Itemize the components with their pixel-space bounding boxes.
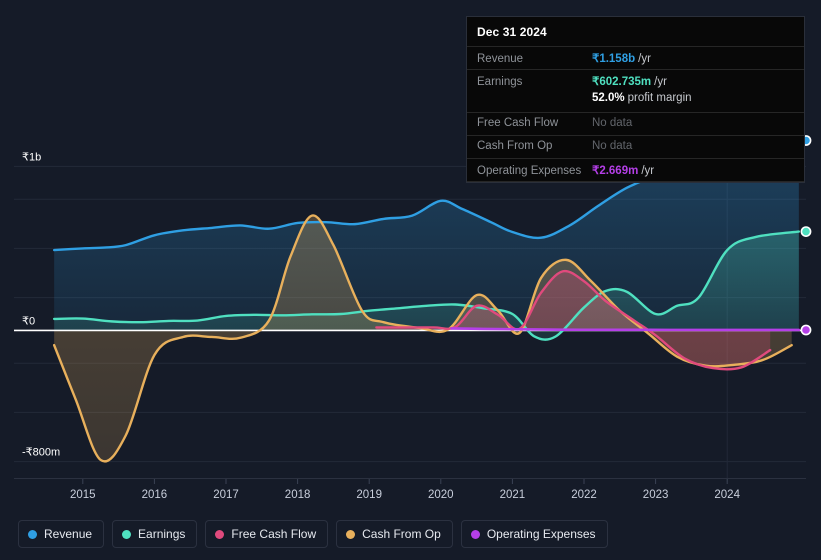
tooltip-row: Cash From Op No data [467,135,804,158]
x-axis-tick-label: 2024 [714,489,740,501]
x-axis-tick-label: 2016 [142,489,168,501]
legend-item-label: Revenue [44,527,93,541]
tooltip-row-label: Operating Expenses [477,164,582,177]
tooltip-row-label: Free Cash Flow [477,116,559,129]
legend-item-label: Cash From Op [362,527,441,541]
tooltip-row-label: Cash From Op [477,139,553,152]
legend-item-label: Free Cash Flow [231,527,317,541]
tooltip-row-label: Earnings [477,75,523,88]
tooltip-row-label: Revenue [477,52,524,65]
legend-color-dot-icon [346,529,356,539]
y-axis-tick-label: ₹0 [22,315,35,327]
x-axis-tick-label: 2015 [70,489,96,501]
x-axis-tick-label: 2022 [571,489,597,501]
legend-color-dot-icon [470,529,480,539]
tooltip-row: 52.0% profit margin [467,92,804,112]
legend-item-operating-expenses[interactable]: Operating Expenses [460,520,608,548]
legend-item-label: Operating Expenses [486,527,596,541]
tooltip-footer-rule [467,181,804,182]
x-axis-tick-label: 2021 [500,489,526,501]
legend-item-free-cash-flow[interactable]: Free Cash Flow [205,520,329,548]
tooltip-row-unit: /yr [654,75,667,88]
x-axis-tick-label: 2019 [356,489,382,501]
tooltip-row-value: 52.0% [592,92,625,104]
x-axis-tick-label: 2017 [213,489,239,501]
x-axis-tick-label: 2020 [428,489,454,501]
chart-legend[interactable]: Revenue Earnings Free Cash Flow Cash From O… [0,508,821,560]
tooltip-row-value: ₹1.158b [592,52,636,65]
tooltip-row-unit: profit margin [627,92,692,104]
tooltip-row: Revenue ₹1.158b/yr [467,46,804,69]
tooltip-row: Operating Expenses ₹2.669m/yr [467,158,804,181]
legend-color-dot-icon [215,529,225,539]
legend-item-label: Earnings [138,527,186,541]
legend-item-cash-from-op[interactable]: Cash From Op [336,520,453,548]
tooltip-row-value: ₹602.735m [592,75,652,88]
tooltip-row-value: ₹2.669m [592,164,639,177]
tooltip-date: Dec 31 2024 [477,25,547,39]
tooltip-row-unit: /yr [638,52,651,65]
legend-color-dot-icon [28,529,37,539]
x-axis-tick-label: 2023 [643,489,669,501]
legend-item-revenue[interactable]: Revenue [18,520,105,548]
tooltip-row-value: No data [592,139,633,152]
y-axis-tick-label: ₹1b [22,151,41,163]
tooltip-row-value: No data [592,116,633,129]
tooltip-row: Earnings ₹602.735m/yr [467,69,804,92]
tooltip-row: Free Cash Flow No data [467,112,804,135]
legend-item-earnings[interactable]: Earnings [112,520,198,548]
chart-tooltip: Dec 31 2024 Revenue ₹1.158b/yr Earnings ₹60… [466,16,805,183]
x-axis-tick-label: 2018 [285,489,311,501]
legend-color-dot-icon [122,529,132,539]
tooltip-rows: Revenue ₹1.158b/yr Earnings ₹602.735m/yr 52.… [467,46,804,181]
tooltip-row-unit: /yr [641,164,655,177]
y-axis-tick-label: -₹800m [22,447,60,459]
